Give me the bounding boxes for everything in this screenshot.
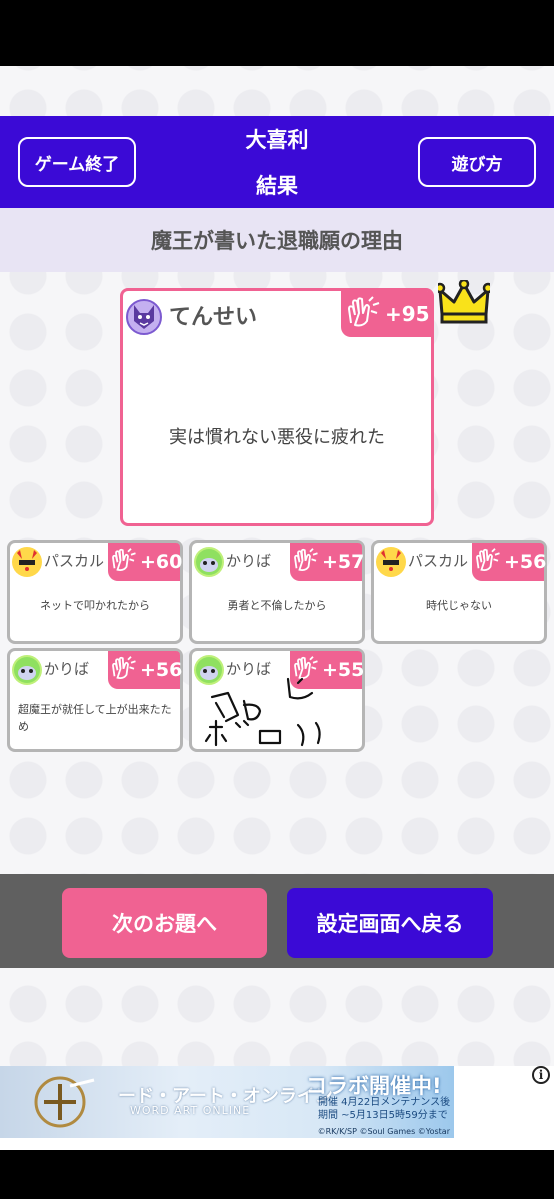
- player-name: かりば: [44, 660, 90, 678]
- score-badge: +60: [108, 543, 183, 581]
- status-bar: [0, 0, 554, 66]
- answer-text: ネットで叩かれたから: [40, 599, 150, 612]
- prompt-text: 魔王が書いた退職願の理由: [0, 208, 554, 272]
- handwritten-drawing: [204, 677, 321, 747]
- winner-answer-text: 実は慣れない悪役に疲れた: [169, 427, 385, 448]
- answer-text: 時代じゃない: [426, 599, 492, 612]
- how-to-play-button[interactable]: 遊び方: [418, 137, 536, 187]
- winner-score-badge: +95: [341, 291, 431, 337]
- answer-card: かりば +57 勇者と不倫したから: [189, 540, 365, 644]
- green-character-avatar-icon: [12, 655, 42, 685]
- score-badge: +57: [290, 543, 365, 581]
- answer-card: パスカル +56 時代じゃない: [371, 540, 547, 644]
- action-panel: 次のお題へ 設定画面へ戻る: [0, 874, 554, 968]
- navigation-bar: [0, 1150, 554, 1199]
- winner-name: てんせい: [169, 305, 258, 330]
- ad-detail-line: 期間 ~5月13日5時59分まで: [318, 1110, 448, 1121]
- back-to-settings-button[interactable]: 設定画面へ戻る: [287, 888, 493, 958]
- ad-area: ード・アート・オンライン WORD ART ONLINE コラボ開催中! 開催 …: [0, 1066, 554, 1150]
- ad-detail-line: 開催 4月22日メンテナンス後: [318, 1097, 451, 1108]
- score-badge: +56: [472, 543, 547, 581]
- answer-card: かりば +56 超魔王が就任して上が出来たため: [7, 648, 183, 752]
- clapping-hands-icon: [292, 546, 322, 579]
- winner-answer-card: てんせい +95 実は慣れない悪役に疲れた: [120, 288, 434, 526]
- game-result-screen: ゲーム終了 大喜利 結果 遊び方 魔王が書いた退職願の理由 てんせい +95 実…: [0, 66, 554, 1066]
- answer-card: パスカル +60 ネットで叩かれたから: [7, 540, 183, 644]
- ad-credit: ©RK/K/SP ©Soul Games ©Yostar: [317, 1127, 450, 1136]
- score: +56: [504, 551, 547, 573]
- answer-text: 勇者と不倫したから: [227, 599, 327, 612]
- player-name: かりば: [226, 552, 272, 570]
- next-topic-button[interactable]: 次のお題へ: [62, 888, 267, 958]
- red-character-avatar-icon: [12, 547, 42, 577]
- answer-card: かりば +55: [189, 648, 365, 752]
- clapping-hands-icon: [110, 654, 140, 687]
- crown-icon: [438, 280, 490, 324]
- wolf-avatar-icon: [126, 299, 162, 335]
- clapping-hands-icon: [474, 546, 504, 579]
- ad-subtitle: WORD ART ONLINE: [130, 1104, 251, 1117]
- ad-banner[interactable]: ード・アート・オンライン WORD ART ONLINE コラボ開催中! 開催 …: [0, 1066, 454, 1138]
- winner-score: +95: [385, 302, 430, 326]
- clapping-hands-icon: [110, 546, 140, 579]
- clapping-hands-icon: [345, 295, 385, 334]
- answer-text: 超魔王が就任して上が出来たため: [18, 703, 172, 733]
- red-character-avatar-icon: [376, 547, 406, 577]
- score-badge: +56: [108, 651, 183, 689]
- green-character-avatar-icon: [194, 547, 224, 577]
- ad-detail: 開催 4月22日メンテナンス後 期間 ~5月13日5時59分まで: [318, 1096, 450, 1122]
- score: +57: [322, 551, 365, 573]
- score: +56: [140, 659, 183, 681]
- game-logo-icon: [34, 1076, 95, 1128]
- header: ゲーム終了 大喜利 結果 遊び方: [0, 116, 554, 208]
- score: +60: [140, 551, 183, 573]
- player-name: パスカル: [44, 552, 105, 570]
- ad-info-icon[interactable]: i: [532, 1066, 550, 1084]
- player-name: パスカル: [408, 552, 469, 570]
